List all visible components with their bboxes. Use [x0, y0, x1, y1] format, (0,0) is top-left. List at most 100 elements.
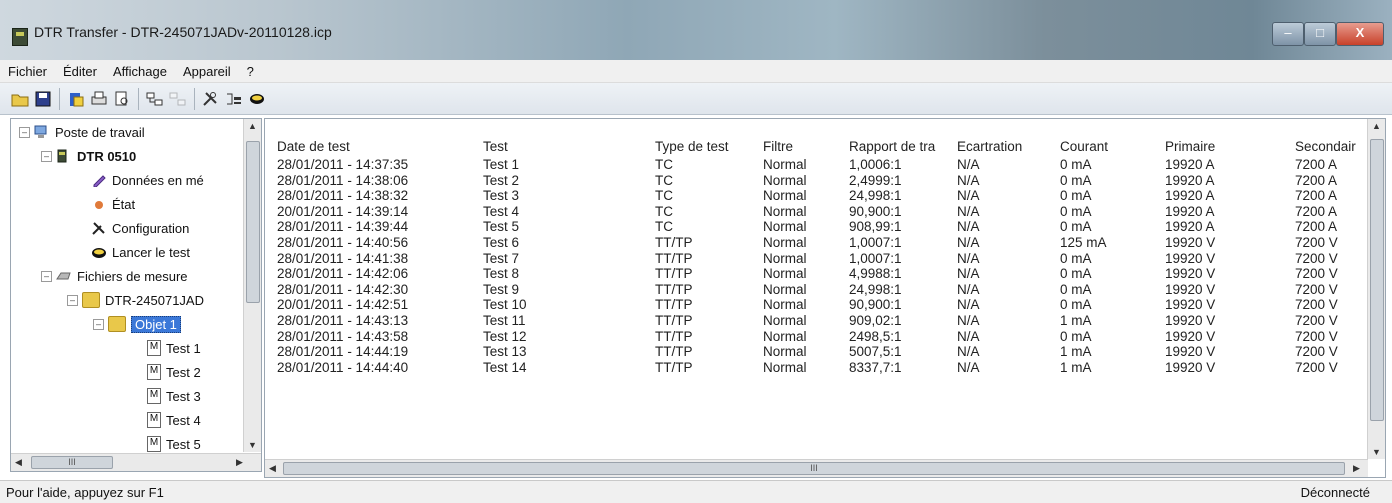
table-cell: Normal	[763, 297, 807, 313]
tree-item-object[interactable]: – Objet 1	[93, 313, 181, 335]
collapse-icon[interactable]: –	[41, 150, 52, 162]
folder-icon	[82, 292, 100, 308]
table-cell: 1,0007:1	[849, 250, 902, 266]
column-header-test[interactable]: Test	[483, 139, 508, 154]
table-cell: 7200 V	[1295, 266, 1338, 282]
column-header-primaire[interactable]: Primaire	[1165, 139, 1215, 154]
table-cell: 20/01/2011 - 14:39:14	[277, 203, 409, 219]
list-vertical-scroll-thumb[interactable]	[1370, 139, 1384, 421]
disconnect-icon[interactable]	[168, 89, 188, 109]
scroll-right-icon[interactable]: ▶	[236, 457, 243, 468]
measurement-file-icon: M	[147, 388, 161, 404]
column-header-courant[interactable]: Courant	[1060, 139, 1108, 154]
table-cell: 7200 V	[1295, 313, 1338, 328]
table-cell: 19920 A	[1165, 188, 1215, 204]
tree-vertical-scrollbar[interactable]: ▲ ▼	[243, 119, 261, 452]
tree-item-test-2[interactable]: M Test 2	[147, 361, 201, 383]
scroll-up-icon[interactable]: ▲	[248, 121, 257, 131]
table-cell: TT/TP	[655, 250, 693, 266]
tree-item-test-3[interactable]: M Test 3	[147, 385, 201, 407]
scroll-down-icon[interactable]: ▼	[248, 440, 257, 450]
configuration-icon[interactable]	[201, 89, 221, 109]
minimize-button[interactable]: –	[1272, 22, 1304, 46]
tree-item-poste-de-travail[interactable]: – Poste de travail	[19, 121, 145, 143]
list-vertical-scrollbar[interactable]: ▲ ▼	[1367, 119, 1385, 459]
data-icon[interactable]	[224, 89, 244, 109]
tree-item-label: Test 5	[166, 436, 201, 452]
table-cell: Test 8	[483, 266, 520, 282]
collapse-icon[interactable]: –	[93, 318, 104, 330]
menu-fichier[interactable]: Fichier	[0, 64, 55, 79]
table-cell: TT/TP	[655, 266, 693, 282]
close-button[interactable]: X	[1336, 22, 1384, 46]
table-cell: 90,900:1	[849, 203, 902, 219]
scroll-right-icon[interactable]: ▶	[1353, 463, 1360, 474]
menu-help[interactable]: ?	[239, 64, 262, 79]
table-cell: TC	[655, 219, 673, 235]
window-controls: – □ X	[1272, 22, 1384, 46]
collapse-icon[interactable]: –	[19, 126, 30, 138]
tree-item-test-1[interactable]: M Test 1	[147, 337, 201, 359]
menu-editer[interactable]: Éditer	[55, 64, 105, 79]
tree-horizontal-scrollbar[interactable]: ◀ III ▶	[11, 453, 261, 471]
table-cell: Normal	[763, 172, 807, 188]
table-cell: 7200 A	[1295, 188, 1338, 204]
scroll-left-icon[interactable]: ◀	[269, 463, 276, 474]
print-preview-icon[interactable]	[112, 89, 132, 109]
collapse-icon[interactable]: –	[67, 294, 78, 306]
column-header-ecartration[interactable]: Ecartration	[957, 139, 1022, 154]
tree-horizontal-scroll-thumb[interactable]: III	[31, 456, 113, 469]
tree-item-test-5[interactable]: M Test 5	[147, 433, 201, 455]
collapse-icon[interactable]: –	[41, 270, 52, 282]
column-header-filtre[interactable]: Filtre	[763, 139, 793, 154]
table-cell: Test 4	[483, 203, 520, 219]
table-cell: 0 mA	[1060, 203, 1092, 219]
table-cell: 0 mA	[1060, 188, 1092, 204]
menu-appareil[interactable]: Appareil	[175, 64, 239, 79]
measurement-file-icon: M	[147, 412, 161, 428]
table-cell: Test 11	[483, 313, 526, 328]
column-header-secondaire[interactable]: Secondair	[1295, 139, 1356, 154]
paste-icon[interactable]	[66, 89, 86, 109]
tree-item-etat[interactable]: État	[91, 193, 135, 215]
window-title: DTR Transfer - DTR-245071JADv-20110128.i…	[34, 24, 332, 40]
save-icon[interactable]	[33, 89, 53, 109]
tree-item-test-4[interactable]: M Test 4	[147, 409, 201, 431]
launch-test-icon[interactable]	[247, 89, 267, 109]
tree-item-donnees[interactable]: Données en mé	[91, 169, 204, 191]
table-cell: 19920 A	[1165, 172, 1215, 188]
tree-item-file[interactable]: – DTR-245071JAD	[67, 289, 204, 311]
list-horizontal-scroll-thumb[interactable]: III	[283, 462, 1345, 475]
table-cell: 908,99:1	[849, 219, 902, 235]
status-bar: Pour l'aide, appuyez sur F1 Déconnecté	[0, 480, 1392, 503]
connect-icon[interactable]	[145, 89, 165, 109]
tree-item-label: Données en mé	[112, 172, 204, 188]
table-cell: 24,998:1	[849, 188, 902, 204]
column-header-rapport[interactable]: Rapport de tra	[849, 139, 935, 154]
tree-item-fichiers-mesure[interactable]: – Fichiers de mesure	[41, 265, 188, 287]
tree-item-lancer-test[interactable]: Lancer le test	[91, 241, 190, 263]
test-list-view[interactable]: Date de test Test Type de test Filtre Rappor…	[264, 118, 1386, 478]
menu-affichage[interactable]: Affichage	[105, 64, 175, 79]
tree-vertical-scroll-thumb[interactable]	[246, 141, 260, 303]
table-cell: TT/TP	[655, 235, 693, 250]
tree-item-label: Test 4	[166, 412, 201, 428]
tree-item-configuration[interactable]: Configuration	[91, 217, 189, 239]
list-horizontal-scrollbar[interactable]: ◀ III ▶	[265, 459, 1368, 477]
tree-item-device[interactable]: – DTR 0510	[41, 145, 136, 167]
column-header-type[interactable]: Type de test	[655, 139, 729, 154]
scroll-down-icon[interactable]: ▼	[1372, 447, 1381, 457]
drive-icon	[56, 269, 72, 283]
open-icon[interactable]	[10, 89, 30, 109]
maximize-button[interactable]: □	[1304, 22, 1336, 46]
table-cell: Test 14	[483, 359, 527, 375]
column-header-date[interactable]: Date de test	[277, 139, 350, 154]
scroll-left-icon[interactable]: ◀	[15, 457, 22, 468]
table-cell: Normal	[763, 313, 807, 328]
print-icon[interactable]	[89, 89, 109, 109]
scroll-up-icon[interactable]: ▲	[1372, 121, 1381, 131]
tree-view[interactable]: – Poste de travail – DTR 0510 Données en…	[10, 118, 262, 472]
table-cell: 0 mA	[1060, 172, 1092, 188]
table-cell: 7200 V	[1295, 235, 1338, 250]
table-cell: 28/01/2011 - 14:40:56	[277, 235, 409, 250]
